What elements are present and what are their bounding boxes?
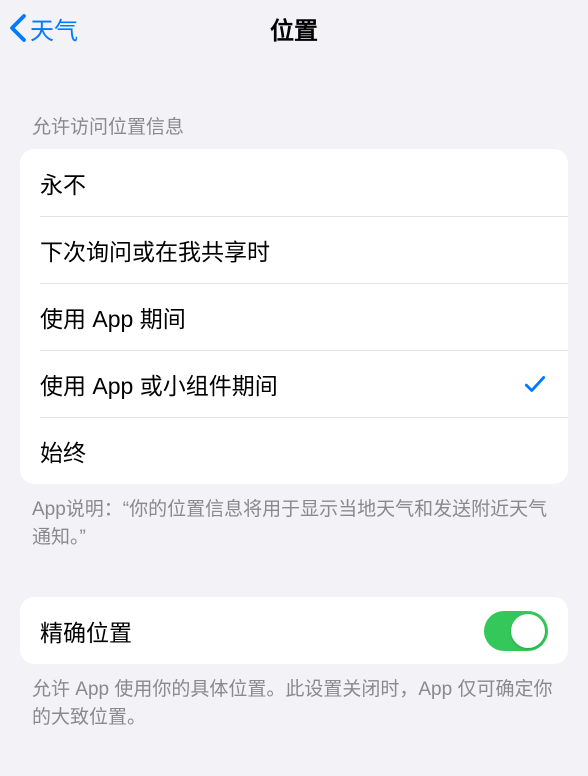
section-footer-precise: 允许 App 使用你的具体位置。此设置关闭时，App 仅可确定你的大致位置。 bbox=[0, 664, 588, 731]
option-label: 始终 bbox=[40, 434, 86, 468]
option-while-using-app[interactable]: 使用 App 期间 bbox=[20, 283, 568, 350]
navbar: 天气 位置 bbox=[0, 0, 588, 56]
back-button[interactable]: 天气 bbox=[8, 11, 78, 46]
back-label: 天气 bbox=[30, 11, 78, 46]
page-title: 位置 bbox=[270, 11, 318, 46]
option-while-using-app-or-widgets[interactable]: 使用 App 或小组件期间 bbox=[20, 350, 568, 417]
precise-location-label: 精确位置 bbox=[40, 614, 132, 648]
chevron-left-icon bbox=[8, 13, 28, 43]
section-footer-app-explanation: App说明：“你的位置信息将用于显示当地天气和发送附近天气通知。” bbox=[0, 484, 588, 551]
option-label: 永不 bbox=[40, 166, 86, 200]
option-never[interactable]: 永不 bbox=[20, 149, 568, 216]
precise-location-group: 精确位置 bbox=[20, 597, 568, 664]
precise-location-row: 精确位置 bbox=[20, 597, 568, 664]
checkmark-icon bbox=[522, 371, 548, 397]
option-ask-next-time[interactable]: 下次询问或在我共享时 bbox=[20, 216, 568, 283]
option-always[interactable]: 始终 bbox=[20, 417, 568, 484]
precise-location-toggle[interactable] bbox=[484, 611, 548, 651]
location-access-group: 永不 下次询问或在我共享时 使用 App 期间 使用 App 或小组件期间 始终 bbox=[20, 149, 568, 484]
option-label: 下次询问或在我共享时 bbox=[40, 233, 270, 267]
option-label: 使用 App 期间 bbox=[40, 300, 186, 334]
option-label: 使用 App 或小组件期间 bbox=[40, 367, 278, 401]
section-header-location-access: 允许访问位置信息 bbox=[0, 56, 588, 149]
